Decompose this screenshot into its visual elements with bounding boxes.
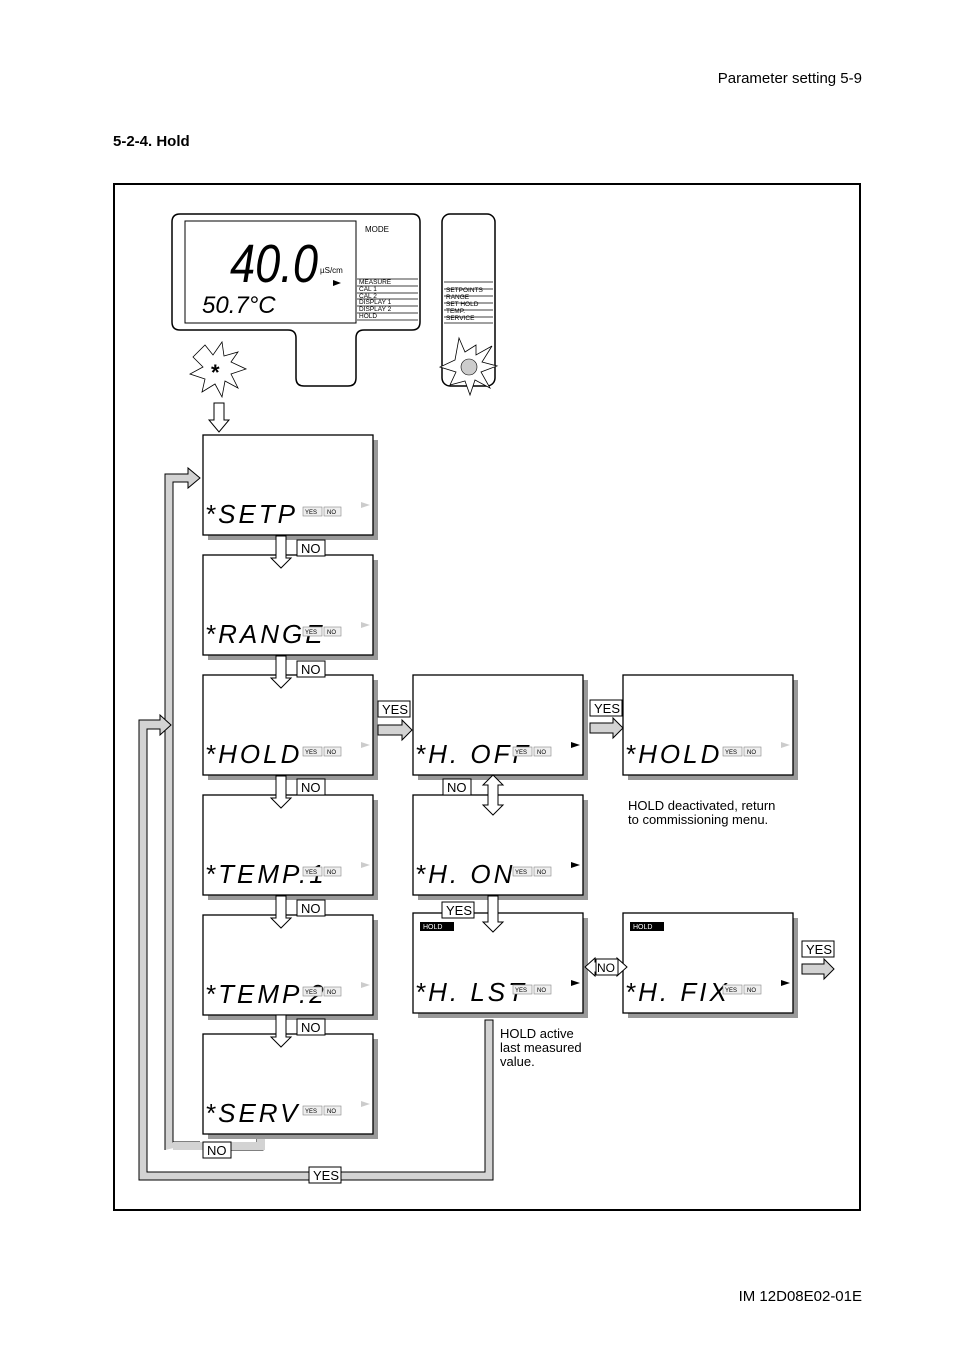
no-key: NO (537, 870, 546, 876)
hold-flow-diagram: 40.0 µS/cm 50.7°C MODE MEASURE CAL 1 CAL… (138, 213, 835, 1184)
no-label: NO (207, 1143, 227, 1158)
meter-temperature: 50.7°C (202, 292, 276, 319)
lcd-screen-temp2: *TEMP.2YES NO (202, 914, 378, 1020)
side-item: SERVICE (446, 315, 475, 322)
no-label: NO (301, 780, 321, 795)
yes-key: YES (515, 988, 527, 994)
no-label: NO (301, 1020, 321, 1035)
yes-key: YES (305, 1109, 317, 1115)
lcd-screen-hfix: *H. FIXYES NO HOLD (622, 912, 798, 1018)
no-key: NO (327, 750, 336, 756)
note-line: HOLD deactivated, return (628, 798, 776, 813)
lcd-screen-hoff: *H. OFFYES NO (412, 674, 588, 780)
arrow-right-icon (801, 957, 835, 981)
lcd-screen-hon: *H. ON YES NO (412, 794, 588, 900)
lcd-screen-serv: *SERV YES NO (202, 1033, 378, 1139)
no-label: NO (301, 662, 321, 677)
side-item: TEMP. (446, 308, 465, 315)
lcd-screen-hold: *HOLD YES NO (202, 674, 378, 780)
hold-badge: HOLD (423, 924, 442, 931)
mode-item: MEASURE (359, 279, 392, 286)
meter-main-value: 40.0 (230, 234, 318, 294)
lcd-screen-hold2: *HOLD YES NO (622, 674, 798, 780)
note-hold-active: HOLD active last measured value. (500, 1027, 582, 1069)
mode-item: HOLD (359, 313, 377, 320)
star-key-icon[interactable]: * (188, 340, 248, 399)
yes-label: YES (446, 903, 472, 918)
lcd-screen-temp1: *TEMP.1YES NO (202, 794, 378, 900)
yes-key: YES (305, 630, 317, 636)
side-item: SETPOINTS (446, 287, 484, 294)
arrow-right-icon (589, 716, 624, 740)
screen-text: *HOLD (205, 739, 302, 769)
no-key: NO (747, 750, 756, 756)
screen-text: *SETP (205, 499, 298, 529)
side-item: RANGE (446, 294, 470, 301)
arrow-right-icon (377, 718, 413, 742)
mode-item: DISPLAY 1 (359, 299, 392, 306)
no-key: NO (327, 630, 336, 636)
note-line: to commissioning menu. (628, 812, 769, 827)
yes-key: YES (305, 990, 317, 996)
no-key: NO (747, 988, 756, 994)
note-hold-deactivated: HOLD deactivated, return to commissionin… (628, 799, 775, 827)
no-key: NO (537, 750, 546, 756)
mode-label: MODE (365, 225, 389, 234)
yes-key: YES (725, 988, 737, 994)
yes-label: YES (313, 1168, 339, 1183)
meter-device: 40.0 µS/cm 50.7°C MODE MEASURE CAL 1 CAL… (171, 213, 421, 399)
arrow-down-icon (207, 402, 231, 433)
yes-key: YES (725, 750, 737, 756)
no-key: NO (327, 870, 336, 876)
no-label: NO (447, 780, 467, 795)
note-line: last measured (500, 1040, 582, 1055)
meter-unit: µS/cm (320, 266, 343, 275)
note-line: HOLD active (500, 1026, 574, 1041)
side-item: SET HOLD (446, 301, 479, 308)
yes-key: YES (515, 750, 527, 756)
no-key: NO (327, 510, 336, 516)
note-line: value. (500, 1054, 535, 1069)
no-label: NO (301, 541, 321, 556)
hold-badge: HOLD (633, 924, 652, 931)
screen-text: *H. FIX (625, 977, 730, 1007)
screen-text: *H. ON (415, 859, 515, 889)
mode-item: DISPLAY 2 (359, 306, 392, 313)
yes-key: YES (305, 510, 317, 516)
yes-key: YES (515, 870, 527, 876)
no-label: NO (597, 961, 615, 975)
yes-label: YES (594, 701, 620, 716)
no-key: NO (327, 990, 336, 996)
yes-key: YES (305, 750, 317, 756)
screen-text: *H. LST (415, 977, 527, 1007)
no-label: NO (301, 901, 321, 916)
side-panel: SETPOINTS RANGE SET HOLD TEMP. SERVICE (438, 213, 499, 397)
no-key: NO (537, 988, 546, 994)
screen-text: *HOLD (625, 739, 722, 769)
lcd-screen-hlst: *H. LSTYES NO HOLD (412, 912, 588, 1018)
mode-item: CAL 1 (359, 286, 377, 293)
yes-key: YES (305, 870, 317, 876)
svg-text:*: * (211, 360, 220, 385)
yes-label: YES (806, 942, 832, 957)
screen-text: *SERV (205, 1098, 300, 1128)
lcd-screen-range: *RANGEYES NO (202, 554, 378, 660)
lcd-screen-setp: *SETP YES NO (202, 434, 378, 540)
yes-label: YES (382, 702, 408, 717)
no-key: NO (327, 1109, 336, 1115)
